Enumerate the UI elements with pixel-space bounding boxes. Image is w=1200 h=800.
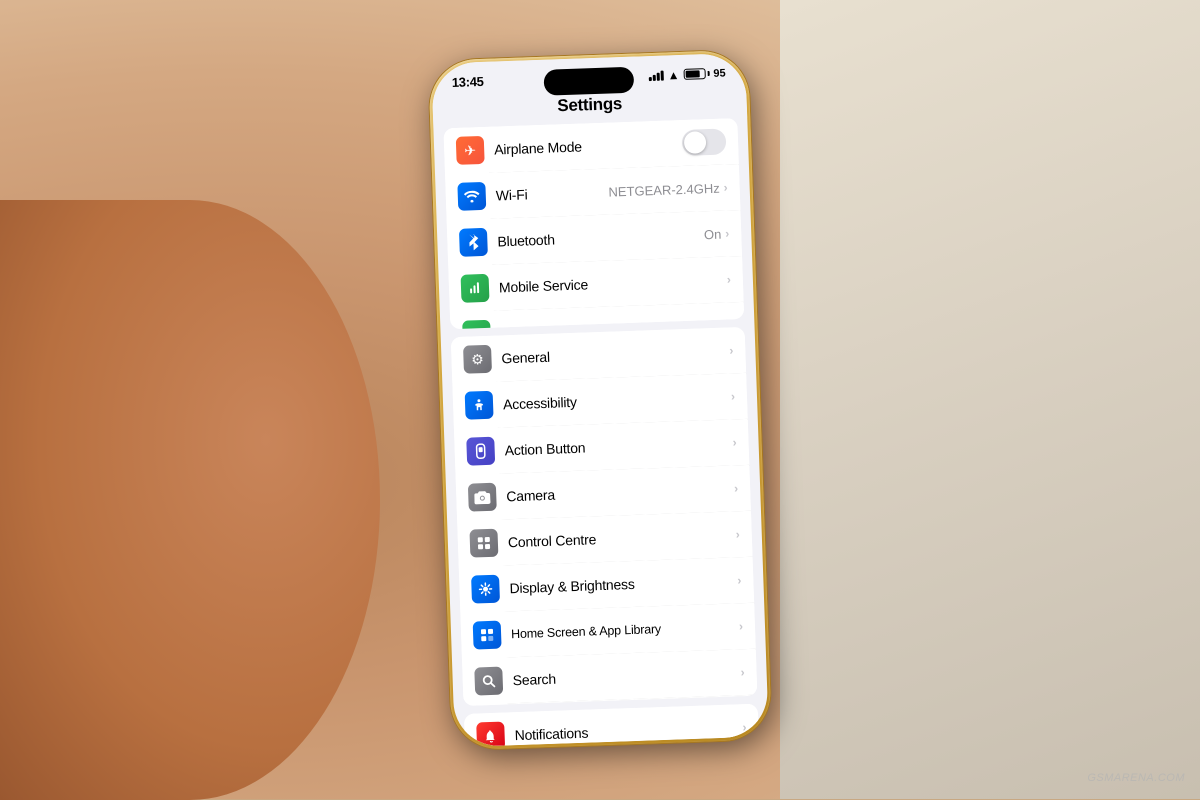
mobile-service-chevron: › [727,272,731,286]
airplane-mode-icon: ✈ [456,135,485,164]
signal-bar-3 [656,72,659,80]
bluetooth-chevron: › [725,226,729,240]
wifi-value: NETGEAR-2.4GHz [608,180,720,199]
general-settings-section: ⚙ General › Accessibility › [451,326,758,705]
display-brightness-icon [471,574,500,603]
camera-label: Camera [506,480,734,504]
home-screen-icon [473,620,502,649]
accessibility-chevron: › [731,389,735,403]
signal-bar-1 [649,76,652,80]
action-button-icon [466,436,495,465]
personal-hotspot-icon [462,319,491,328]
general-icon: ⚙ [463,344,492,373]
battery-status-icon [683,67,709,79]
accessibility-label: Accessibility [503,388,731,412]
notifications-chevron: › [742,719,746,733]
control-centre-chevron: › [736,527,740,541]
hand-holding-phone [0,200,380,800]
wifi-label: Wi-Fi [496,183,609,203]
bluetooth-label: Bluetooth [497,226,704,249]
connectivity-section: ✈ Airplane Mode [443,118,744,329]
bluetooth-icon [459,227,488,256]
mobile-service-icon [461,273,490,302]
notifications-row[interactable]: Notifications › [464,703,759,747]
signal-bars-icon [648,70,663,81]
search-icon [474,666,503,695]
signal-bar-4 [660,70,663,80]
action-button-chevron: › [732,435,736,449]
airplane-mode-label: Airplane Mode [494,134,682,157]
notifications-label: Notifications [514,718,742,742]
status-icons: ▲ 95 [648,65,726,82]
settings-content: ✈ Airplane Mode [433,117,768,747]
home-screen-label: Home Screen & App Library [511,619,739,641]
control-centre-label: Control Centre [508,526,736,550]
dynamic-island [543,66,634,95]
battery-percentage: 95 [713,66,726,78]
general-label: General [501,342,729,366]
bluetooth-value: On [704,226,722,242]
camera-icon [468,482,497,511]
page-title: Settings [557,94,622,115]
wifi-status-icon: ▲ [667,67,679,81]
accessibility-icon [465,390,494,419]
camera-chevron: › [734,481,738,495]
watermark: GSMARENA.COM [1087,772,1185,784]
personal-hotspot-label: Personal Hotspot [500,318,707,329]
background-right [780,0,1200,799]
home-screen-chevron: › [739,619,743,633]
airplane-mode-toggle[interactable] [682,128,727,156]
general-chevron: › [729,343,733,357]
phone-wrapper: 13:45 ▲ 95 [428,49,772,750]
status-time: 13:45 [452,73,484,89]
wifi-chevron: › [723,180,727,194]
search-chevron: › [740,665,744,679]
phone-screen: 13:45 ▲ 95 [431,52,769,747]
signal-bar-2 [653,74,656,80]
notifications-icon [476,721,505,747]
display-brightness-label: Display & Brightness [509,572,737,596]
search-label: Search [512,664,740,688]
display-brightness-chevron: › [737,573,741,587]
phone-frame: 13:45 ▲ 95 [428,49,772,750]
action-button-label: Action Button [504,434,732,458]
wifi-icon [457,181,486,210]
mobile-service-label: Mobile Service [499,271,727,295]
notifications-section: Notifications › [464,703,759,747]
control-centre-icon [469,528,498,557]
